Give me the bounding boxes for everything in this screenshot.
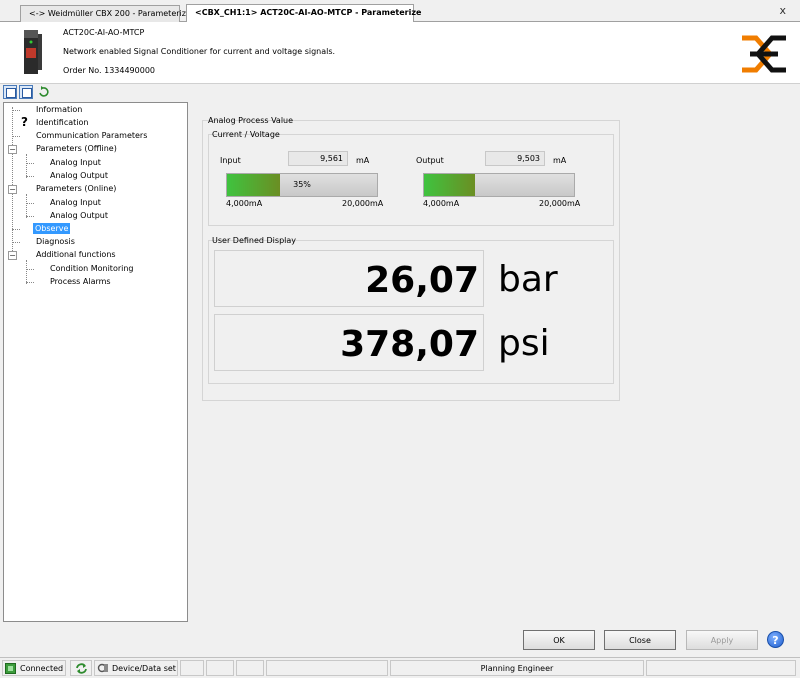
output-progress-bar bbox=[423, 173, 575, 197]
tree-item-condition-monitoring[interactable]: Condition Monitoring bbox=[48, 263, 136, 274]
device-data-set-label: Device/Data set bbox=[112, 664, 176, 673]
refresh-icon[interactable] bbox=[37, 85, 51, 99]
output-progress-fill bbox=[424, 174, 475, 196]
tree-item-parameters-online[interactable]: Parameters (Online) bbox=[34, 183, 118, 194]
connected-icon bbox=[5, 663, 16, 674]
user-role: Planning Engineer bbox=[390, 660, 644, 676]
status-bar: Connected Device/Data set Planning Engin… bbox=[0, 657, 800, 678]
weidmueller-logo bbox=[742, 35, 786, 73]
help-icon[interactable]: ? bbox=[767, 631, 784, 648]
tree-item-offline-analog-output[interactable]: Analog Output bbox=[48, 170, 110, 181]
bar-display-unit: bar bbox=[498, 259, 558, 300]
output-unit: mA bbox=[553, 156, 567, 165]
output-label: Output bbox=[416, 156, 444, 165]
tab-cbx200[interactable]: <-> Weidmüller CBX 200 - Parameterize bbox=[20, 5, 191, 22]
tree-item-process-alarms[interactable]: Process Alarms bbox=[48, 276, 113, 287]
input-progress-label: 35% bbox=[293, 180, 311, 189]
tree-connector bbox=[12, 136, 20, 137]
user-role-label: Planning Engineer bbox=[480, 664, 554, 673]
input-unit: mA bbox=[356, 156, 370, 165]
question-mark-icon: ? bbox=[21, 115, 28, 129]
observe-panel: Analog Process Value Current / Voltage I… bbox=[202, 115, 620, 401]
tree-item-diagnosis[interactable]: Diagnosis bbox=[34, 236, 77, 247]
tree-item-online-analog-input[interactable]: Analog Input bbox=[48, 197, 103, 208]
tab-act20c[interactable]: <CBX_CH1:1> ACT20C-AI-AO-MTCP - Paramete… bbox=[186, 4, 421, 22]
tree-item-information[interactable]: Information bbox=[34, 104, 84, 115]
document-tab-strip: <-> Weidmüller CBX 200 - Parameterize <C… bbox=[0, 0, 800, 22]
tree-item-communication-parameters[interactable]: Communication Parameters bbox=[34, 130, 149, 141]
status-cell-empty bbox=[180, 660, 204, 676]
device-name: ACT20C-AI-AO-MTCP bbox=[63, 28, 145, 37]
tree-item-identification[interactable]: Identification bbox=[34, 117, 90, 128]
panel-view-toggle-icon[interactable] bbox=[19, 85, 33, 99]
output-min-label: 4,000mA bbox=[423, 199, 460, 208]
input-value: 9,561 bbox=[288, 151, 348, 166]
tree-connector bbox=[26, 260, 27, 284]
status-cell-empty bbox=[646, 660, 796, 676]
user-defined-display-title: User Defined Display bbox=[212, 236, 296, 245]
output-value: 9,503 bbox=[485, 151, 545, 166]
tree-connector bbox=[26, 154, 27, 178]
sync-icon[interactable] bbox=[75, 662, 88, 675]
tree-connector bbox=[12, 110, 20, 111]
tree-connector bbox=[12, 242, 20, 243]
navigation-tree: − − − Information ? Identification Commu… bbox=[3, 102, 188, 622]
tree-connector bbox=[12, 229, 20, 230]
device-description: Network enabled Signal Conditioner for c… bbox=[63, 47, 336, 56]
input-min-label: 4,000mA bbox=[226, 199, 263, 208]
tree-connector bbox=[26, 282, 34, 283]
tree-connector bbox=[26, 163, 34, 164]
apply-button[interactable]: Apply bbox=[686, 630, 758, 650]
output-max-label: 20,000mA bbox=[539, 199, 581, 208]
status-cell-empty bbox=[266, 660, 388, 676]
collapse-parameters-offline-icon[interactable]: − bbox=[8, 145, 17, 154]
psi-display-unit: psi bbox=[498, 323, 550, 364]
ok-button[interactable]: OK bbox=[523, 630, 595, 650]
connected-label: Connected bbox=[20, 664, 64, 673]
status-cell-empty bbox=[206, 660, 234, 676]
tree-connector bbox=[26, 203, 34, 204]
input-label: Input bbox=[220, 156, 241, 165]
collapse-additional-functions-icon[interactable]: − bbox=[8, 251, 17, 260]
order-number: Order No. 1334490000 bbox=[63, 66, 155, 75]
close-button[interactable]: Close bbox=[604, 630, 676, 650]
close-tab-icon[interactable]: x bbox=[779, 4, 786, 17]
tree-item-offline-analog-input[interactable]: Analog Input bbox=[48, 157, 103, 168]
tree-connector bbox=[12, 107, 13, 257]
psi-display-value: 378,07 bbox=[214, 314, 484, 371]
input-progress-bar: 35% bbox=[226, 173, 378, 197]
analog-process-value-title: Analog Process Value bbox=[208, 116, 294, 125]
tree-connector bbox=[26, 176, 34, 177]
collapse-parameters-online-icon[interactable]: − bbox=[8, 185, 17, 194]
device-image bbox=[24, 30, 42, 74]
device-data-set-icon bbox=[97, 663, 108, 673]
input-max-label: 20,000mA bbox=[342, 199, 384, 208]
tree-connector bbox=[26, 194, 27, 218]
tree-connector bbox=[26, 216, 34, 217]
bar-display-value: 26,07 bbox=[214, 250, 484, 307]
tree-item-online-analog-output[interactable]: Analog Output bbox=[48, 210, 110, 221]
view-toolbar bbox=[0, 84, 800, 101]
device-header: ACT20C-AI-AO-MTCP Network enabled Signal… bbox=[0, 22, 800, 84]
tree-item-observe[interactable]: Observe bbox=[33, 223, 71, 234]
tree-item-additional-functions[interactable]: Additional functions bbox=[34, 249, 118, 260]
status-cell-empty bbox=[236, 660, 264, 676]
tree-connector bbox=[26, 269, 34, 270]
current-voltage-title: Current / Voltage bbox=[212, 130, 280, 139]
tree-item-parameters-offline[interactable]: Parameters (Offline) bbox=[34, 143, 119, 154]
tree-view-toggle-icon[interactable] bbox=[3, 85, 17, 99]
